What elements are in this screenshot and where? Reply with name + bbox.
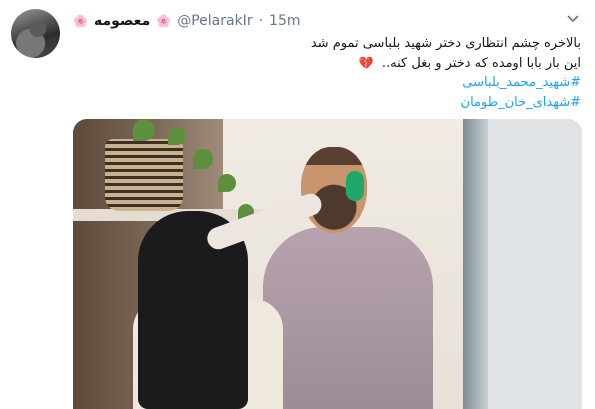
avatar[interactable]	[11, 9, 60, 58]
photo-leaf	[193, 149, 213, 169]
photo-right-wall	[488, 119, 582, 409]
tweet-text: بالاخره چشم انتظاری دختر شهید بلباسی تمو…	[73, 34, 581, 112]
photo-leaf	[133, 119, 155, 141]
tweet-photo[interactable]	[73, 119, 582, 409]
chevron-down-icon[interactable]	[565, 11, 581, 27]
hashtag-link[interactable]: #شهید_محمد_بلباسی	[73, 73, 581, 93]
user-handle[interactable]: @PelarakIr	[177, 13, 252, 29]
separator-dot: ·	[258, 13, 264, 29]
flower-icon: 🌸	[156, 14, 172, 28]
photo-leaf	[168, 127, 186, 145]
tweet-line-text: این بار بابا اومده که دختر و بغل کنه..	[381, 55, 581, 71]
hashtag-link[interactable]: #شهدای_خان_طومان	[73, 93, 581, 113]
photo-leaf	[218, 174, 236, 192]
photo-man-body	[263, 227, 433, 409]
flower-icon: 🌸	[73, 14, 88, 28]
broken-heart-icon: 💔	[358, 55, 374, 70]
photo-comb	[346, 171, 364, 201]
display-name[interactable]: معصومه	[94, 13, 150, 29]
tweet-line: این بار بابا اومده که دختر و بغل کنه.. 💔	[73, 54, 581, 74]
photo-frame-edge	[463, 119, 488, 409]
timestamp[interactable]: 15m	[269, 13, 300, 29]
tweet-line: بالاخره چشم انتظاری دختر شهید بلباسی تمو…	[310, 36, 581, 51]
tweet-header: 🌸 معصومه 🌸 @PelarakIr · 15m	[73, 10, 555, 32]
photo-plant-pot	[105, 139, 183, 211]
